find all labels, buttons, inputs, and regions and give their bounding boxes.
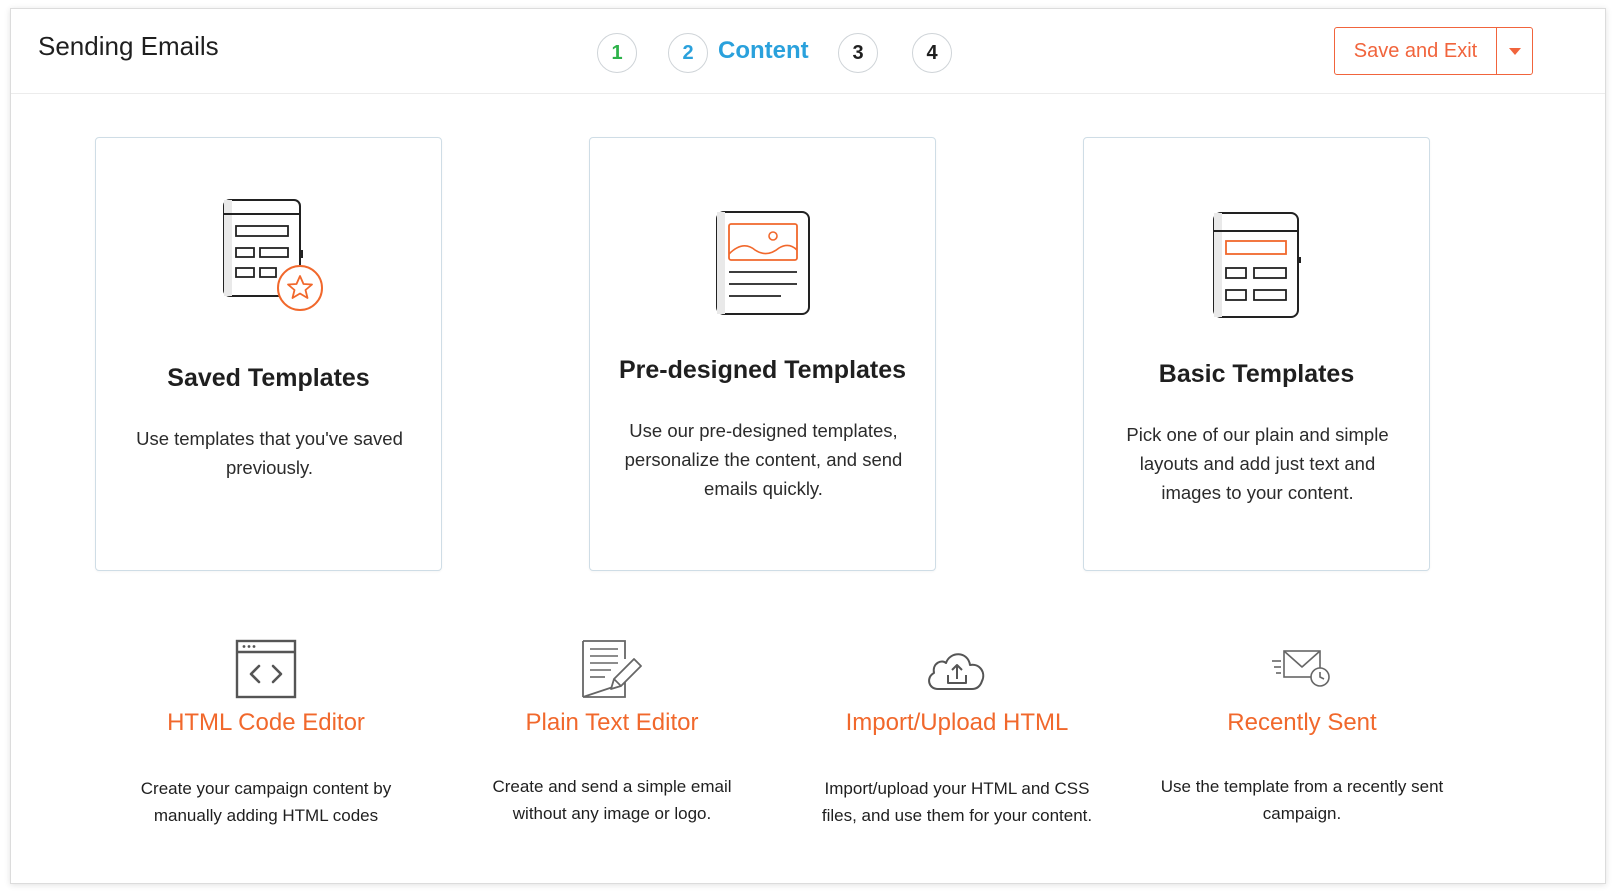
- code-editor-icon: [101, 639, 431, 709]
- pre-designed-template-icon: [590, 210, 935, 316]
- step-4[interactable]: 4: [912, 33, 952, 73]
- step-2[interactable]: 2: [668, 33, 708, 73]
- card-title: Pre-designed Templates: [618, 356, 907, 384]
- plain-text-editor-option[interactable]: Plain Text Editor Create and send a simp…: [447, 639, 777, 839]
- basic-templates-card[interactable]: Basic Templates Pick one of our plain an…: [1083, 137, 1430, 571]
- basic-template-icon: [1084, 211, 1429, 319]
- cloud-upload-icon: [792, 639, 1122, 709]
- recently-sent-option[interactable]: Recently Sent Use the template from a re…: [1137, 639, 1467, 839]
- step-3[interactable]: 3: [838, 33, 878, 73]
- card-description: Use our pre-designed templates, personal…: [624, 420, 903, 499]
- option-title: Import/Upload HTML: [845, 709, 1069, 736]
- option-title: Recently Sent: [1227, 709, 1377, 736]
- card-title: Saved Templates: [167, 364, 370, 392]
- text-editor-icon: [447, 639, 777, 709]
- option-title: Plain Text Editor: [525, 709, 699, 736]
- pre-designed-templates-card[interactable]: Pre-designed Templates Use our pre-desig…: [589, 137, 936, 571]
- option-title: HTML Code Editor: [167, 709, 365, 736]
- save-and-exit-button[interactable]: Save and Exit: [1335, 28, 1496, 74]
- save-and-exit-group: Save and Exit: [1334, 27, 1533, 75]
- sending-emails-window: Sending Emails 1 2 Content 3 4 Save and …: [10, 8, 1606, 884]
- card-description: Pick one of our plain and simple layouts…: [1126, 424, 1389, 503]
- option-description: Create your campaign content by manually…: [140, 779, 392, 825]
- html-code-editor-option[interactable]: HTML Code Editor Create your campaign co…: [101, 639, 431, 839]
- card-description: Use templates that you've saved previous…: [136, 428, 403, 478]
- step-2-label[interactable]: Content: [718, 37, 809, 65]
- page-title: Sending Emails: [38, 31, 219, 61]
- card-title: Basic Templates: [1158, 360, 1355, 388]
- saved-template-icon: [96, 196, 441, 316]
- step-1[interactable]: 1: [597, 33, 637, 73]
- save-options-dropdown[interactable]: [1496, 28, 1532, 74]
- import-upload-html-option[interactable]: Import/Upload HTML Import/upload your HT…: [792, 639, 1122, 839]
- saved-templates-card[interactable]: Saved Templates Use templates that you'v…: [95, 137, 442, 571]
- caret-down-icon: [1508, 47, 1521, 55]
- recently-sent-icon: [1137, 639, 1467, 709]
- option-description: Import/upload your HTML and CSS files, a…: [821, 779, 1093, 825]
- option-description: Create and send a simple email without a…: [492, 777, 732, 823]
- header-bar: Sending Emails 1 2 Content 3 4 Save and …: [11, 9, 1605, 94]
- option-description: Use the template from a recently sent ca…: [1160, 777, 1444, 823]
